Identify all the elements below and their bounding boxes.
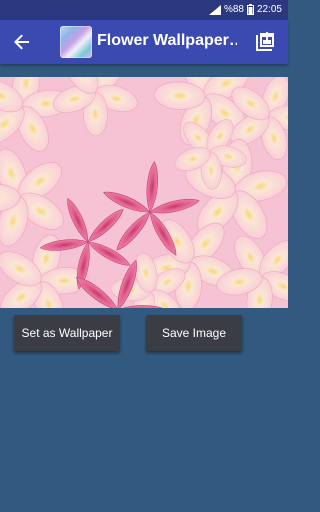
app-title: Flower Wallpaper… bbox=[97, 32, 237, 49]
app-icon bbox=[60, 26, 92, 58]
battery-percent: %88 bbox=[223, 4, 244, 15]
share-button[interactable] bbox=[252, 29, 278, 55]
arrow-back-icon bbox=[14, 34, 29, 50]
status-bar: %88 22:05 bbox=[0, 0, 288, 20]
battery-icon bbox=[246, 4, 254, 15]
status-time: 22:05 bbox=[256, 4, 282, 15]
set-as-wallpaper-button[interactable]: Set as Wallpaper bbox=[14, 315, 120, 351]
save-image-button[interactable]: Save Image bbox=[146, 315, 242, 351]
flower-image bbox=[0, 77, 288, 308]
wallpaper-preview-image bbox=[0, 77, 288, 308]
share-image-icon bbox=[256, 31, 274, 51]
status-icons: %88 22:05 bbox=[208, 4, 282, 15]
app-bar: Flower Wallpaper… bbox=[0, 20, 288, 64]
signal-icon bbox=[208, 4, 221, 15]
back-button[interactable] bbox=[10, 30, 34, 54]
